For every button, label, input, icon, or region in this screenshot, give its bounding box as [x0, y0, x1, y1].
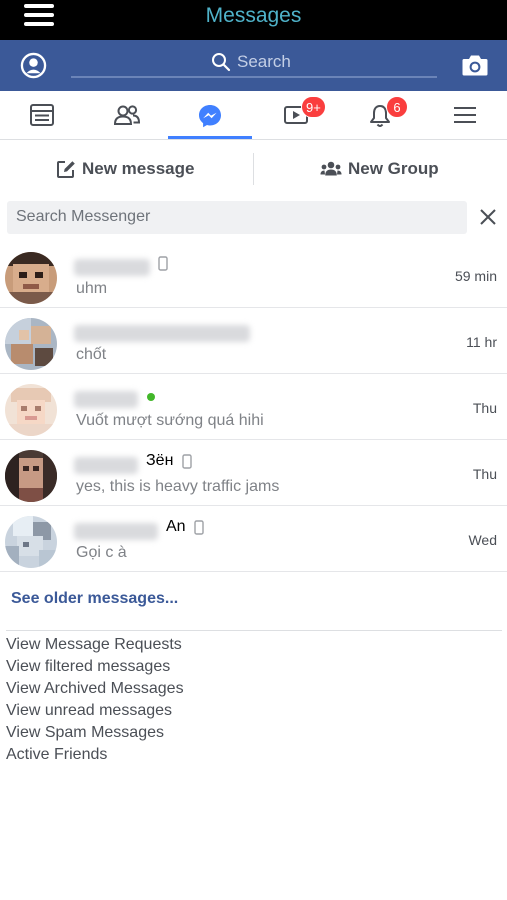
messages-links: View Message Requests View filtered mess…: [6, 634, 184, 766]
tab-news-feed[interactable]: [0, 91, 84, 139]
view-spam-messages-link[interactable]: View Spam Messages: [6, 722, 184, 744]
message-snippet: chốt: [76, 346, 107, 363]
contact-name: [74, 259, 150, 276]
notification-badge: 6: [386, 96, 408, 118]
thread-row[interactable]: Зён yes, this is heavy traffic jams Thu: [0, 440, 507, 506]
message-time: Thu: [472, 466, 497, 482]
avatar: [5, 384, 57, 436]
profile-icon[interactable]: [20, 52, 47, 79]
status-header: Messages: [0, 0, 507, 40]
tab-messenger[interactable]: [168, 91, 252, 139]
mobile-icon: [194, 520, 204, 535]
view-unread-messages-link[interactable]: View unread messages: [6, 700, 184, 722]
search-input[interactable]: [237, 49, 417, 75]
contact-name: [74, 457, 138, 474]
contact-name-visible: An: [166, 518, 186, 535]
contact-name: [74, 391, 138, 408]
friends-icon: [113, 105, 141, 125]
message-time: Thu: [472, 400, 497, 416]
avatar: [5, 516, 57, 568]
messenger-search-input[interactable]: [16, 205, 456, 229]
new-group-button[interactable]: New Group: [320, 141, 439, 197]
search-field[interactable]: [71, 48, 437, 78]
new-message-label: New message: [82, 159, 195, 178]
view-archived-messages-link[interactable]: View Archived Messages: [6, 678, 184, 700]
active-friends-link[interactable]: Active Friends: [6, 744, 184, 766]
divider: [6, 630, 502, 631]
avatar: [5, 318, 57, 370]
tab-notifications[interactable]: 6: [338, 91, 422, 139]
messenger-icon: [199, 105, 221, 128]
search-icon: [212, 53, 231, 72]
divider: [253, 153, 254, 185]
message-time: Wed: [468, 532, 497, 548]
see-older-messages-link[interactable]: See older messages...: [11, 590, 178, 608]
thread-row[interactable]: uhm 59 min: [0, 242, 507, 308]
nav-tabs: 9+ 6: [0, 91, 507, 140]
compose-actions: New message New Group: [0, 141, 507, 197]
thread-row[interactable]: An Gọi c à Wed: [0, 506, 507, 572]
avatar: [5, 252, 57, 304]
message-time: 11 hr: [466, 334, 497, 350]
message-snippet: yes, this is heavy traffic jams: [76, 478, 280, 495]
group-icon: [320, 161, 342, 176]
tab-friends[interactable]: [84, 91, 168, 139]
contact-name-visible: Зён: [146, 452, 174, 469]
mobile-icon: [158, 256, 168, 271]
thread-row[interactable]: Vuốt mượt sướng quá hihi Thu: [0, 374, 507, 440]
online-indicator: [147, 393, 155, 401]
mobile-icon: [182, 454, 192, 469]
message-snippet: Gọi c à: [76, 544, 127, 561]
news-feed-icon: [30, 104, 54, 126]
close-icon[interactable]: [478, 207, 498, 227]
new-message-button[interactable]: New message: [56, 141, 194, 197]
tab-menu[interactable]: [423, 91, 507, 139]
compose-icon: [57, 161, 75, 178]
page-title: Messages: [205, 4, 302, 27]
message-time: 59 min: [454, 268, 497, 284]
thread-row[interactable]: chốt 11 hr: [0, 308, 507, 374]
new-group-label: New Group: [348, 159, 439, 178]
contact-name: [74, 523, 158, 540]
avatar: [5, 450, 57, 502]
view-message-requests-link[interactable]: View Message Requests: [6, 634, 184, 656]
tab-watch[interactable]: 9+: [254, 91, 338, 139]
message-snippet: Vuốt mượt sướng quá hihi: [76, 412, 264, 429]
view-filtered-messages-link[interactable]: View filtered messages: [6, 656, 184, 678]
notification-badge: 9+: [301, 96, 326, 118]
message-snippet: uhm: [76, 280, 108, 297]
camera-icon[interactable]: [461, 52, 489, 78]
menu-icon: [454, 107, 476, 123]
messenger-search-field[interactable]: [7, 201, 467, 234]
contact-name: [74, 325, 250, 342]
top-search-bar: [0, 40, 507, 91]
